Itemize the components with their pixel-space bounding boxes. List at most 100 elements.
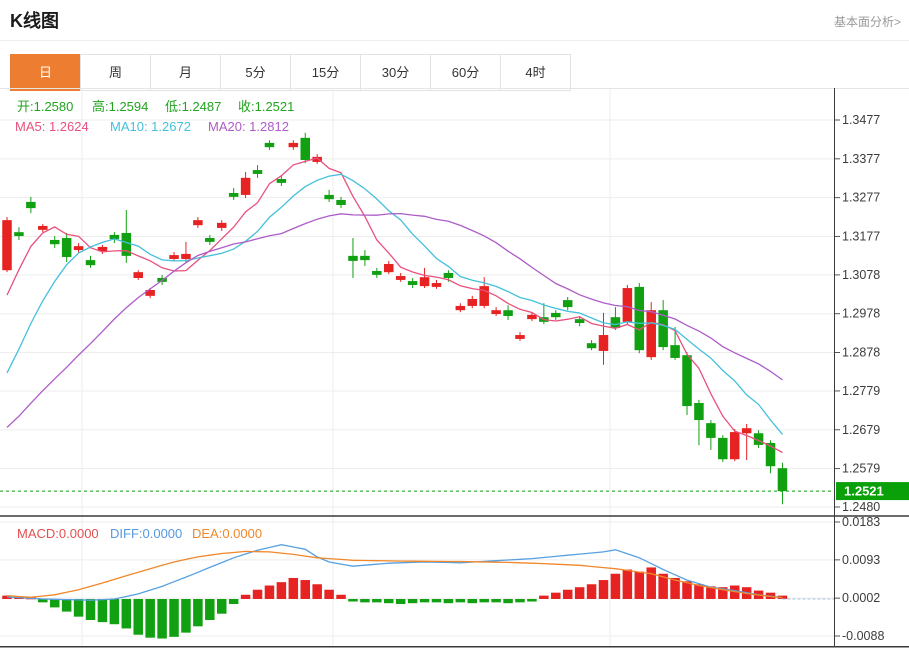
candle xyxy=(682,355,692,406)
candle xyxy=(646,310,656,357)
candle xyxy=(611,317,621,328)
candle xyxy=(479,286,489,306)
price-axis-label: 1.3277 xyxy=(842,191,880,205)
candle xyxy=(730,432,740,459)
price-axis-label: 1.2579 xyxy=(842,462,880,476)
candle xyxy=(2,220,12,270)
candle xyxy=(468,299,478,306)
ohlc-legend-item: 高:1.2594 xyxy=(92,99,148,114)
candle xyxy=(289,143,299,147)
tab-5min[interactable]: 5分 xyxy=(220,54,291,91)
candle xyxy=(26,202,36,208)
candle xyxy=(277,179,287,183)
price-axis-label: 1.2779 xyxy=(842,384,880,398)
candle xyxy=(432,283,442,287)
chart-canvas[interactable]: 1.34771.33771.32771.31771.30781.29781.28… xyxy=(0,88,909,650)
tab-week[interactable]: 周 xyxy=(80,54,151,91)
candle xyxy=(50,240,60,244)
macd-legend-item: MACD:0.0000 xyxy=(17,526,99,541)
candle xyxy=(420,277,430,286)
candle xyxy=(181,254,191,259)
tab-month[interactable]: 月 xyxy=(150,54,221,91)
candle xyxy=(62,238,72,257)
candle xyxy=(694,403,704,420)
candle xyxy=(38,226,48,230)
candle xyxy=(265,143,275,147)
candle xyxy=(241,178,251,195)
macd-legend-item: DIFF:0.0000 xyxy=(110,526,182,541)
macd-legend-item: DEA:0.0000 xyxy=(192,526,262,541)
candle xyxy=(396,276,406,280)
header-divider xyxy=(0,40,909,41)
candle xyxy=(778,468,788,491)
candle xyxy=(205,238,215,242)
candle xyxy=(408,281,418,285)
kline-chart[interactable]: 1.34771.33771.32771.31771.30781.29781.28… xyxy=(0,88,909,650)
candle xyxy=(14,232,24,236)
candle xyxy=(599,335,609,351)
current-price-badge: 1.2521 xyxy=(836,482,909,500)
candle xyxy=(74,246,84,250)
candle xyxy=(587,343,597,348)
gridlines xyxy=(0,88,834,647)
tab-4hour[interactable]: 4时 xyxy=(500,54,571,91)
price-axis-label: 1.2679 xyxy=(842,423,880,437)
ohlc-legend-item: 收:1.2521 xyxy=(238,99,294,114)
price-axis: 1.34771.33771.32771.31771.30781.29781.28… xyxy=(835,113,885,643)
candle xyxy=(217,223,227,228)
ma-legend-item: MA10: 1.2672 xyxy=(110,119,191,134)
candle xyxy=(551,313,561,317)
candle xyxy=(670,345,680,358)
candle xyxy=(444,273,454,278)
candle xyxy=(718,438,728,459)
fundamental-analysis-link[interactable]: 基本面分析> xyxy=(834,13,901,30)
page-title: K线图 xyxy=(10,7,59,33)
candle xyxy=(635,287,645,350)
candlesticks xyxy=(2,133,787,504)
macd-pane xyxy=(2,545,834,639)
tab-15min[interactable]: 15分 xyxy=(290,54,361,91)
candle xyxy=(229,193,239,197)
candle xyxy=(384,264,394,272)
candle xyxy=(575,319,585,323)
legend-overlays: 开:1.2580 高:1.2594 低:1.2487 收:1.2521 MA5: 1.2… xyxy=(15,99,294,541)
macd-axis-label: -0.0088 xyxy=(842,629,884,643)
candle xyxy=(253,170,263,174)
ma-legend-item: MA20: 1.2812 xyxy=(208,119,289,134)
candle xyxy=(360,256,370,260)
main-pane xyxy=(0,133,834,504)
candle xyxy=(324,195,334,199)
ma5-line xyxy=(7,158,782,453)
price-axis-label: 1.2480 xyxy=(842,500,880,514)
candle xyxy=(527,315,537,319)
candle xyxy=(515,335,525,339)
candle xyxy=(348,256,358,261)
candle xyxy=(456,306,466,310)
tab-day[interactable]: 日 xyxy=(10,54,81,91)
timeframe-tabs: 日周月5分15分30分60分4时 xyxy=(10,54,571,91)
candle xyxy=(503,310,513,316)
candle xyxy=(372,271,382,275)
candle xyxy=(742,428,752,433)
svg-text:1.2521: 1.2521 xyxy=(844,484,884,499)
price-axis-label: 1.2978 xyxy=(842,307,880,321)
candle xyxy=(336,200,346,205)
candle xyxy=(169,255,179,259)
tab-60min[interactable]: 60分 xyxy=(430,54,501,91)
price-axis-label: 1.3377 xyxy=(842,152,880,166)
tab-30min[interactable]: 30分 xyxy=(360,54,431,91)
price-axis-label: 1.3177 xyxy=(842,229,880,243)
price-axis-label: 1.2878 xyxy=(842,346,880,360)
candle xyxy=(491,310,501,314)
macd-axis-label: 0.0093 xyxy=(842,553,880,567)
ohlc-legend-item: 开:1.2580 xyxy=(17,99,73,114)
ohlc-legend-item: 低:1.2487 xyxy=(165,99,221,114)
ma-legend-item: MA5: 1.2624 xyxy=(15,119,89,134)
candle xyxy=(133,272,143,278)
candle xyxy=(86,260,96,265)
candle xyxy=(301,138,311,160)
macd-axis-label: 0.0183 xyxy=(842,515,880,529)
candle xyxy=(193,220,203,225)
price-axis-label: 1.3477 xyxy=(842,113,880,127)
candle xyxy=(563,300,573,307)
